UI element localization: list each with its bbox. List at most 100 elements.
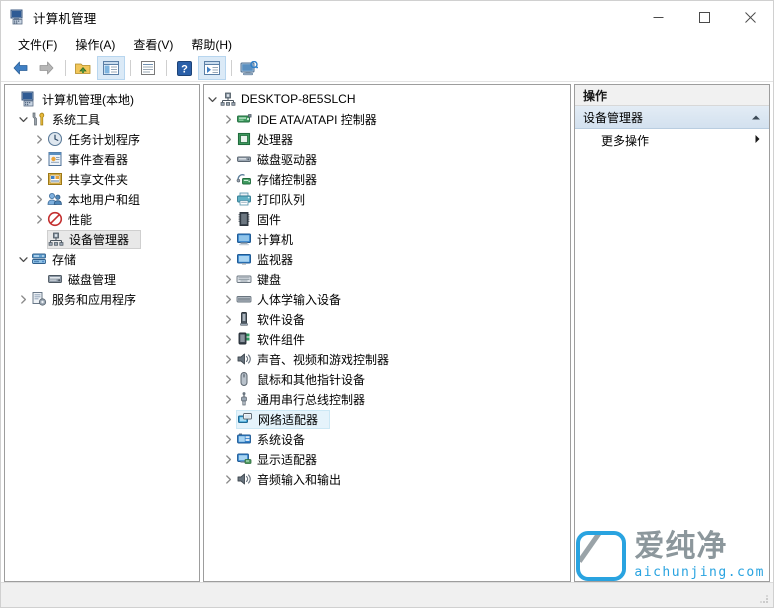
- print-queue-icon: [236, 191, 252, 207]
- device-item-ide-controller[interactable]: IDE ATA/ATAPI 控制器: [204, 109, 570, 129]
- device-item-print-queues[interactable]: 打印队列: [204, 189, 570, 209]
- twisty-collapsed-icon[interactable]: [220, 329, 236, 349]
- show-hide-tree-button[interactable]: [97, 56, 125, 80]
- device-item-mice-pointers[interactable]: 鼠标和其他指针设备: [204, 369, 570, 389]
- device-item-system-devices[interactable]: 系统设备: [204, 429, 570, 449]
- twisty-collapsed-icon[interactable]: [220, 469, 236, 489]
- actions-item-more-actions[interactable]: 更多操作: [575, 129, 769, 151]
- twisty-collapsed-icon[interactable]: [220, 109, 236, 129]
- sidebar-item-disk-management[interactable]: 磁盘管理: [5, 269, 199, 289]
- device-item-software-components[interactable]: 软件组件: [204, 329, 570, 349]
- twisty-collapsed-icon[interactable]: [220, 169, 236, 189]
- device-item-software-devices[interactable]: 软件设备: [204, 309, 570, 329]
- twisty-collapsed-icon[interactable]: [220, 249, 236, 269]
- software-device-icon: [236, 311, 252, 327]
- device-item-label: 软件设备: [257, 311, 311, 328]
- twisty-collapsed-icon[interactable]: [31, 129, 47, 149]
- twisty-collapsed-icon[interactable]: [31, 169, 47, 189]
- chevron-up-icon[interactable]: [751, 110, 761, 124]
- twisty-collapsed-icon[interactable]: [220, 189, 236, 209]
- usb-controller-icon: [236, 391, 252, 407]
- sidebar-item-device-manager[interactable]: 设备管理器: [5, 229, 199, 249]
- menu-help[interactable]: 帮助(H): [182, 34, 241, 55]
- tree-root-computer-management[interactable]: 计算机管理(本地): [5, 89, 199, 109]
- device-item-firmware[interactable]: 固件: [204, 209, 570, 229]
- twisty-collapsed-icon[interactable]: [220, 289, 236, 309]
- twisty-expanded-icon[interactable]: [204, 89, 220, 109]
- tree-item-label: 设备管理器: [69, 231, 135, 248]
- tree-item-label: 本地用户和组: [68, 191, 146, 208]
- twisty-collapsed-icon[interactable]: [220, 309, 236, 329]
- twisty-expanded-icon[interactable]: [15, 109, 31, 129]
- twisty-collapsed-icon[interactable]: [15, 289, 31, 309]
- minimize-button[interactable]: [635, 1, 681, 33]
- device-root-computer[interactable]: DESKTOP-8E5SLCH: [204, 89, 570, 109]
- device-item-monitors[interactable]: 监视器: [204, 249, 570, 269]
- menu-action[interactable]: 操作(A): [66, 34, 124, 55]
- device-item-audio-inputs-outputs[interactable]: 音频输入和输出: [204, 469, 570, 489]
- sidebar-item-task-scheduler[interactable]: 任务计划程序: [5, 129, 199, 149]
- computer-icon: [236, 231, 252, 247]
- device-item-label: 显示适配器: [257, 451, 323, 468]
- device-item-usb-controllers[interactable]: 通用串行总线控制器: [204, 389, 570, 409]
- menu-view[interactable]: 查看(V): [124, 34, 182, 55]
- twisty-collapsed-icon[interactable]: [220, 269, 236, 289]
- help-button[interactable]: ?: [171, 57, 197, 79]
- sidebar-item-performance[interactable]: 性能: [5, 209, 199, 229]
- sidebar-item-system-tools[interactable]: 系统工具: [5, 109, 199, 129]
- sidebar-item-shared-folders[interactable]: 共享文件夹: [5, 169, 199, 189]
- sidebar-item-services-applications[interactable]: 服务和应用程序: [5, 289, 199, 309]
- device-item-label: 存储控制器: [257, 171, 323, 188]
- close-button[interactable]: [727, 1, 773, 33]
- maximize-button[interactable]: [681, 1, 727, 33]
- device-item-computer[interactable]: 计算机: [204, 229, 570, 249]
- device-item-storage-controllers[interactable]: 存储控制器: [204, 169, 570, 189]
- device-item-keyboards[interactable]: 键盘: [204, 269, 570, 289]
- twisty-collapsed-icon[interactable]: [220, 129, 236, 149]
- twisty-collapsed-icon[interactable]: [220, 349, 236, 369]
- twisty-none: [5, 89, 21, 109]
- twisty-collapsed-icon[interactable]: [220, 389, 236, 409]
- twisty-collapsed-icon[interactable]: [31, 209, 47, 229]
- device-item-sound-video-game[interactable]: 声音、视频和游戏控制器: [204, 349, 570, 369]
- chevron-right-icon[interactable]: [754, 133, 761, 147]
- twisty-none: [31, 269, 47, 289]
- resize-grip-icon[interactable]: [757, 592, 769, 604]
- console-button[interactable]: [236, 57, 262, 79]
- actions-header: 操作: [575, 85, 769, 106]
- mouse-pointer-icon: [236, 371, 252, 387]
- menu-file[interactable]: 文件(F): [9, 34, 66, 55]
- up-folder-button[interactable]: [70, 57, 96, 79]
- window-controls: [635, 1, 773, 33]
- computer-management-icon: [21, 91, 37, 107]
- window-title: 计算机管理: [33, 8, 97, 27]
- back-button[interactable]: [7, 57, 33, 79]
- device-item-label: 键盘: [257, 271, 287, 288]
- system-tools-icon: [31, 111, 47, 127]
- device-item-network-adapters[interactable]: 网络适配器: [204, 409, 570, 429]
- device-item-label: 计算机: [257, 231, 299, 248]
- twisty-collapsed-icon[interactable]: [31, 149, 47, 169]
- twisty-collapsed-icon[interactable]: [220, 449, 236, 469]
- actions-section-device-manager[interactable]: 设备管理器: [575, 106, 769, 129]
- device-item-disk-drives[interactable]: 磁盘驱动器: [204, 149, 570, 169]
- run-button[interactable]: [198, 56, 226, 80]
- twisty-collapsed-icon[interactable]: [220, 209, 236, 229]
- twisty-collapsed-icon[interactable]: [31, 189, 47, 209]
- device-item-display-adapters[interactable]: 显示适配器: [204, 449, 570, 469]
- twisty-collapsed-icon[interactable]: [220, 369, 236, 389]
- twisty-collapsed-icon[interactable]: [220, 409, 236, 429]
- twisty-collapsed-icon[interactable]: [220, 229, 236, 249]
- device-item-processor[interactable]: 处理器: [204, 129, 570, 149]
- forward-button[interactable]: [34, 57, 60, 79]
- sidebar-item-event-viewer[interactable]: 事件查看器: [5, 149, 199, 169]
- device-item-hid[interactable]: 人体学输入设备: [204, 289, 570, 309]
- sidebar-item-storage[interactable]: 存储: [5, 249, 199, 269]
- twisty-collapsed-icon[interactable]: [220, 149, 236, 169]
- properties-button[interactable]: [135, 57, 161, 79]
- twisty-expanded-icon[interactable]: [15, 249, 31, 269]
- device-tree: DESKTOP-8E5SLCH: [204, 85, 570, 489]
- twisty-collapsed-icon[interactable]: [220, 429, 236, 449]
- device-tree-pane: DESKTOP-8E5SLCH: [203, 84, 571, 582]
- sidebar-item-local-users-groups[interactable]: 本地用户和组: [5, 189, 199, 209]
